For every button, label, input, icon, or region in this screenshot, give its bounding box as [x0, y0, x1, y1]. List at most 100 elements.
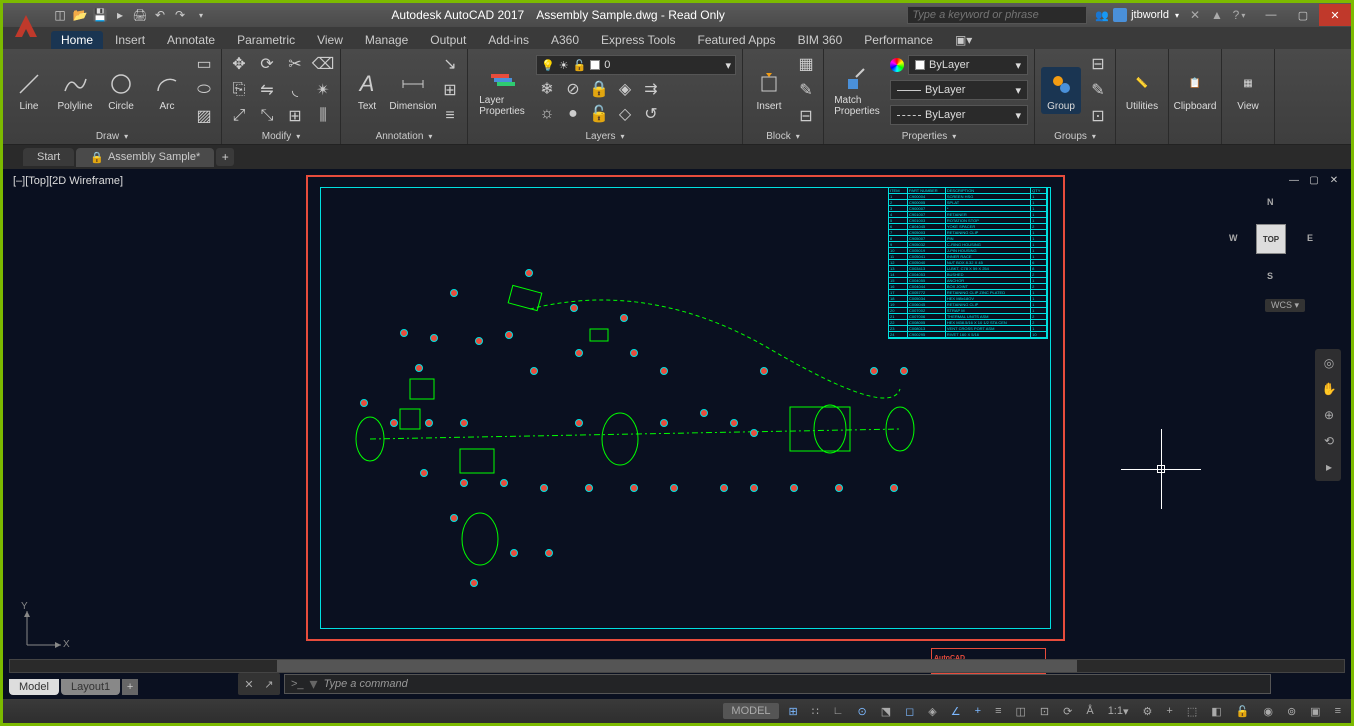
ungroup-icon[interactable]: ⊟	[1087, 53, 1109, 75]
qat-saveas-icon[interactable]: ▸	[111, 6, 129, 24]
mtext-icon[interactable]: ≡	[439, 105, 461, 127]
showmotion-icon[interactable]: ▸	[1319, 457, 1339, 477]
stretch-icon[interactable]: ⤢	[228, 105, 250, 127]
leader-icon[interactable]: ↘	[439, 53, 461, 75]
qat-new-icon[interactable]: ◫	[51, 6, 69, 24]
panel-annotation-label[interactable]: Annotation	[347, 128, 461, 144]
wcs-label[interactable]: WCS ▾	[1265, 299, 1305, 312]
offset-icon[interactable]: ⫼	[312, 105, 334, 127]
status-osnap-icon[interactable]: ◻	[901, 703, 918, 720]
zoom-extents-icon[interactable]: ⊕	[1319, 405, 1339, 425]
help-icon[interactable]: ?	[1231, 7, 1247, 23]
scale-icon[interactable]: ⤡	[256, 105, 278, 127]
panel-layers-label[interactable]: Layers	[474, 128, 736, 144]
panel-block-label[interactable]: Block	[749, 128, 817, 144]
ribbon-collapse-icon[interactable]: ▣▾	[945, 31, 982, 49]
dimension-button[interactable]: Dimension	[393, 69, 433, 112]
status-ortho-icon[interactable]: ∟	[829, 703, 848, 719]
steering-wheel-icon[interactable]: ◎	[1319, 353, 1339, 373]
filetab-current[interactable]: 🔒Assembly Sample*	[76, 148, 214, 167]
text-button[interactable]: AText	[347, 69, 387, 112]
fillet-icon[interactable]: ◟	[284, 79, 306, 101]
close-button[interactable]: ✕	[1319, 4, 1351, 26]
paste-button[interactable]: 📋Clipboard	[1175, 69, 1215, 112]
rotate-icon[interactable]: ⟳	[256, 53, 278, 75]
panel-groups-label[interactable]: Groups	[1041, 128, 1109, 144]
mirror-icon[interactable]: ⇋	[256, 79, 278, 101]
create-block-icon[interactable]: ▦	[795, 53, 817, 75]
qat-undo-icon[interactable]: ↶	[151, 6, 169, 24]
tab-performance[interactable]: Performance	[854, 31, 943, 49]
circle-button[interactable]: Circle	[101, 69, 141, 112]
qat-redo-icon[interactable]: ↷	[171, 6, 189, 24]
tab-manage[interactable]: Manage	[355, 31, 418, 49]
tab-a360[interactable]: A360	[541, 31, 589, 49]
panel-properties-label[interactable]: Properties	[830, 128, 1028, 144]
app-logo[interactable]	[7, 7, 45, 45]
status-polar-icon[interactable]: ⊙	[854, 703, 871, 720]
array-icon[interactable]: ⊞	[284, 105, 306, 127]
tab-home[interactable]: Home	[51, 31, 103, 49]
tab-output[interactable]: Output	[420, 31, 476, 49]
attr-icon[interactable]: ⊟	[795, 105, 817, 127]
insert-button[interactable]: Insert	[749, 69, 789, 112]
copy-icon[interactable]: ⎘	[228, 79, 250, 101]
exchange-icon[interactable]: ✕	[1187, 7, 1203, 23]
hatch-icon[interactable]: ▨	[193, 105, 215, 127]
layer-selector[interactable]: 💡 ☀ 🔓 0 ▾	[536, 55, 736, 75]
viewcube[interactable]: TOP N S E W	[1231, 199, 1311, 279]
doc-close-icon[interactable]: ✕	[1325, 173, 1343, 187]
status-lock-icon[interactable]: 🔓	[1232, 703, 1254, 720]
compass-s[interactable]: S	[1267, 271, 1273, 281]
status-model[interactable]: MODEL	[723, 703, 778, 719]
pan-icon[interactable]: ✋	[1319, 379, 1339, 399]
group-button[interactable]: Group	[1041, 67, 1081, 114]
group-edit-icon[interactable]: ✎	[1087, 79, 1109, 101]
status-tpy-icon[interactable]: ◫	[1012, 703, 1030, 720]
layer-prev-icon[interactable]: ↺	[640, 103, 662, 125]
status-iso-icon[interactable]: ⬔	[877, 703, 895, 720]
status-qp-icon[interactable]: ⊡	[1036, 703, 1053, 720]
status-units-icon[interactable]: ⬚	[1183, 703, 1201, 720]
layer-match-icon[interactable]: ⇉	[640, 78, 662, 100]
tab-annotate[interactable]: Annotate	[157, 31, 225, 49]
rect-icon[interactable]: ▭	[193, 53, 215, 75]
viewcube-face[interactable]: TOP	[1256, 224, 1286, 254]
orbit-icon[interactable]: ⟲	[1319, 431, 1339, 451]
tab-express[interactable]: Express Tools	[591, 31, 685, 49]
status-snap-icon[interactable]: ∷	[808, 703, 823, 720]
tab-insert[interactable]: Insert	[105, 31, 155, 49]
layer-on-icon[interactable]: ●	[562, 103, 584, 125]
color-selector[interactable]: ByLayer▾	[908, 55, 1028, 75]
new-filetab-button[interactable]: +	[216, 148, 234, 166]
status-scale[interactable]: 1:1▾	[1104, 703, 1133, 720]
match-props-button[interactable]: Match Properties	[830, 63, 884, 117]
move-icon[interactable]: ✥	[228, 53, 250, 75]
line-button[interactable]: Line	[9, 69, 49, 112]
layer-unlock-icon[interactable]: 🔓	[588, 103, 610, 125]
table-icon[interactable]: ⊞	[439, 79, 461, 101]
erase-icon[interactable]: ⌫	[312, 53, 334, 75]
layer-freeze-icon[interactable]: ❄	[536, 78, 558, 100]
tab-featured[interactable]: Featured Apps	[688, 31, 786, 49]
status-lwt-icon[interactable]: ≡	[991, 703, 1005, 719]
compass-w[interactable]: W	[1229, 233, 1238, 243]
tab-view[interactable]: View	[307, 31, 353, 49]
status-hw-icon[interactable]: ⊚	[1283, 703, 1300, 720]
qat-overflow-icon[interactable]	[191, 6, 209, 24]
compass-e[interactable]: E	[1307, 233, 1313, 243]
status-anno-icon[interactable]: Å	[1082, 703, 1097, 719]
layer-properties-button[interactable]: Layer Properties	[474, 63, 530, 117]
status-qprops-icon[interactable]: ◧	[1207, 703, 1225, 720]
status-3dosnap-icon[interactable]: ◈	[924, 703, 940, 720]
layout-add-button[interactable]: +	[122, 679, 138, 695]
layer-thaw-icon[interactable]: ☼	[536, 103, 558, 125]
status-otrack-icon[interactable]: ∠	[947, 703, 965, 720]
filetab-start[interactable]: Start	[23, 148, 74, 166]
tab-addins[interactable]: Add-ins	[478, 31, 539, 49]
drawing-area[interactable]: [–][Top][2D Wireframe] — ▢ ✕ ITEMPART NU…	[3, 169, 1351, 723]
arc-button[interactable]: Arc	[147, 69, 187, 112]
layout-tab-model[interactable]: Model	[9, 679, 59, 695]
scrollbar-horizontal[interactable]	[9, 659, 1345, 673]
doc-restore-icon[interactable]: ▢	[1305, 173, 1323, 187]
